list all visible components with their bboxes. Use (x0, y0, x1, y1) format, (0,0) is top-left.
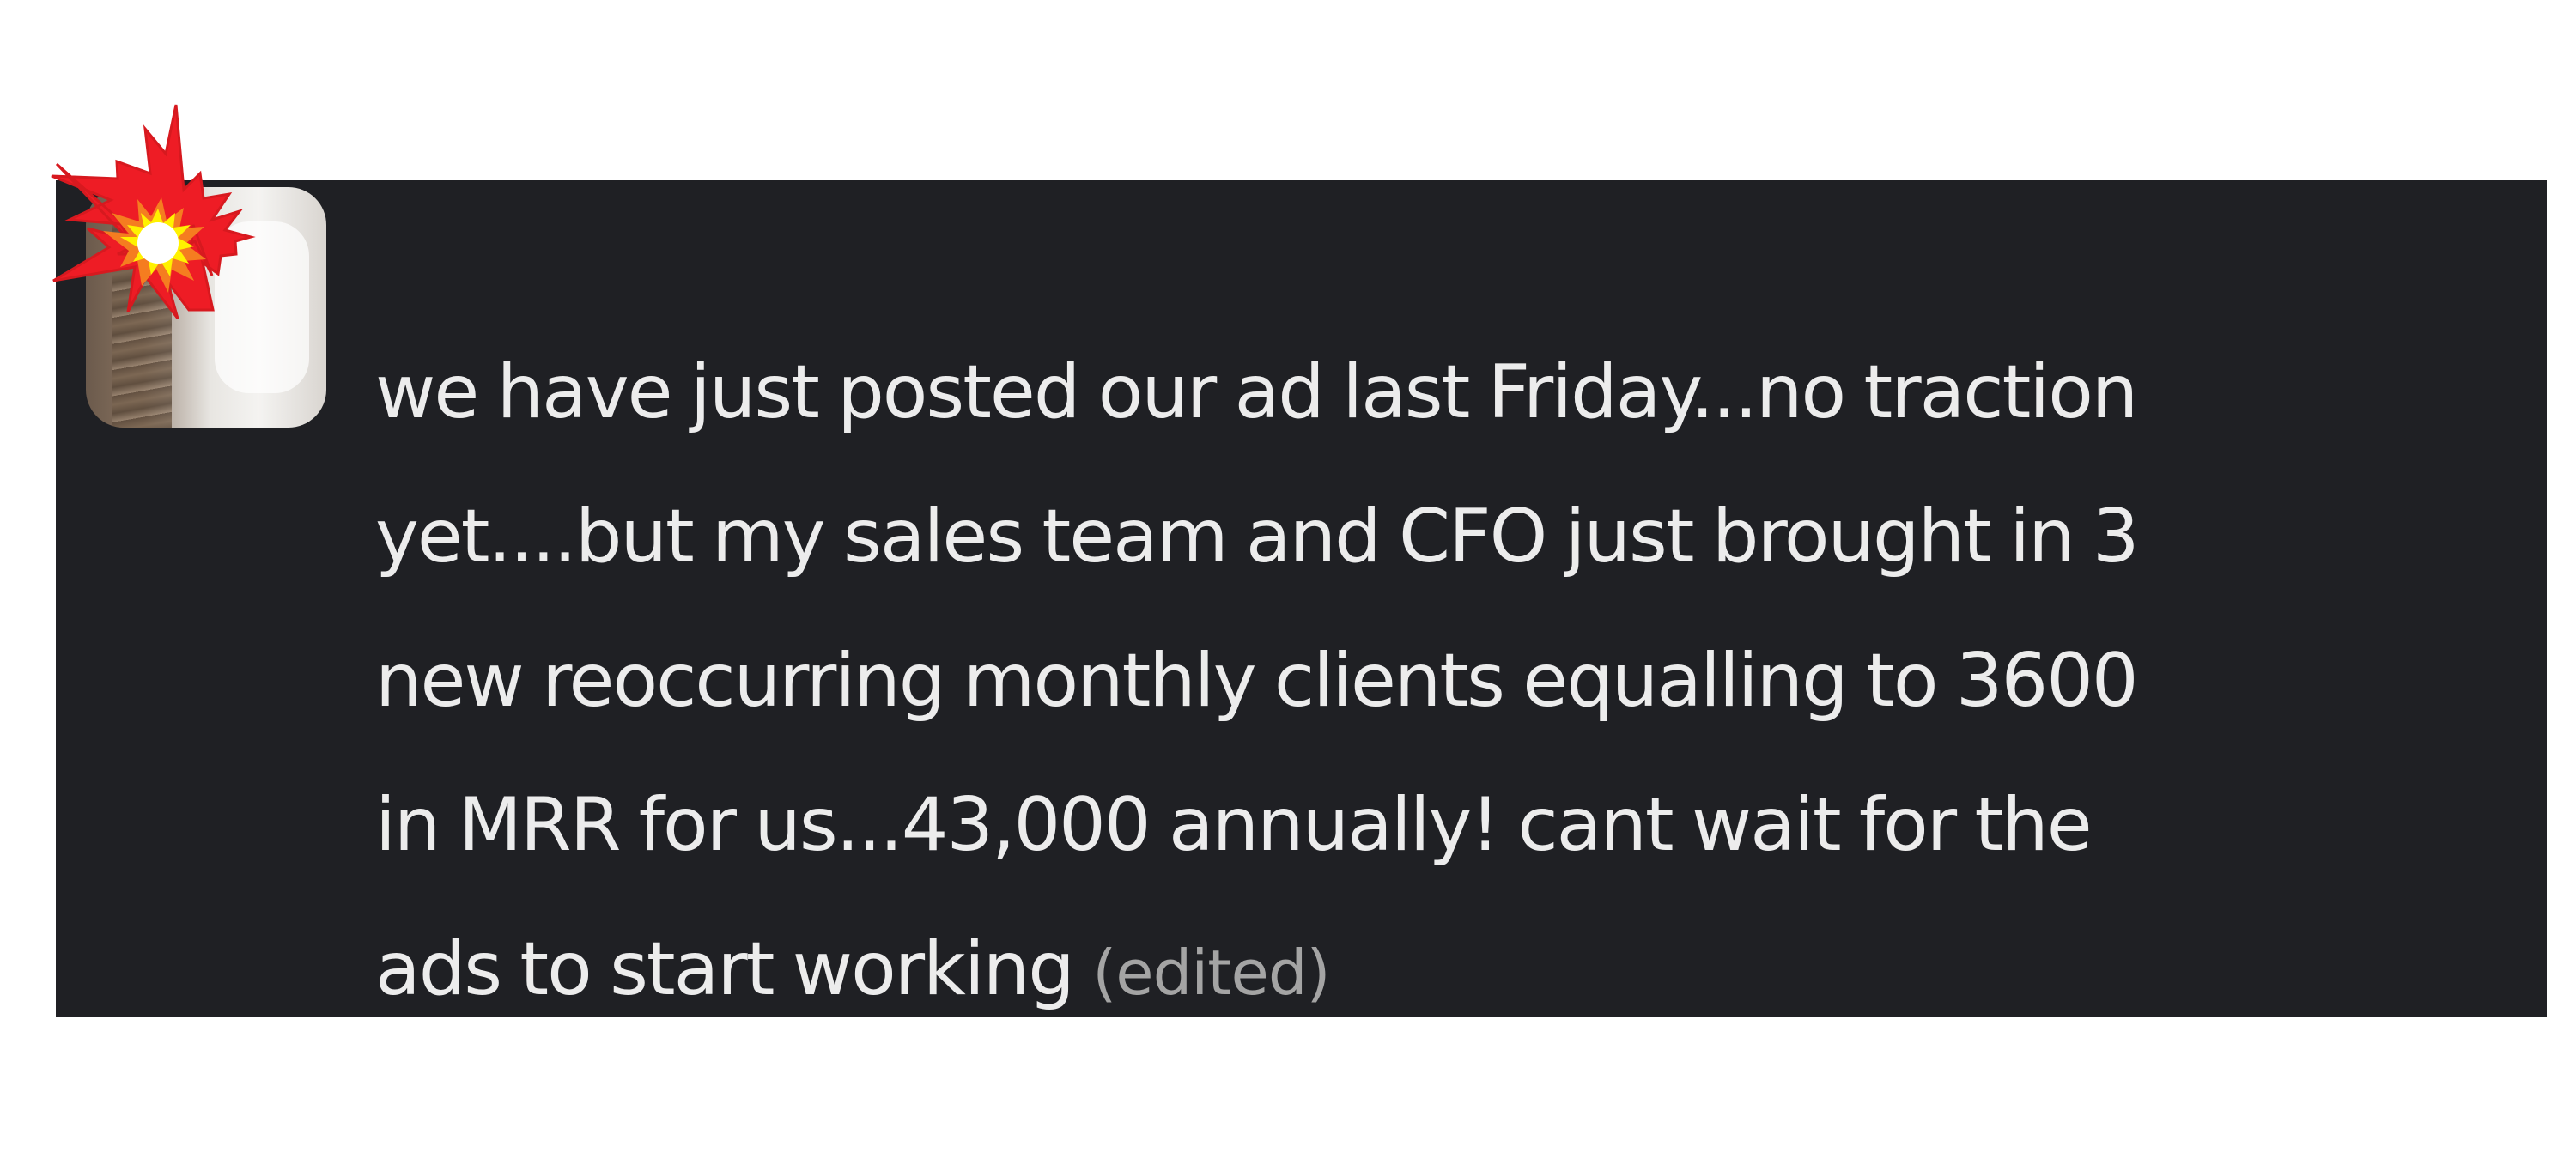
message-line-5-text: ads to start working (375, 926, 1075, 1012)
message-line-2: yet....but my sales team and CFO just br… (375, 494, 2140, 579)
edited-label: (edited) (1092, 937, 1330, 1009)
message-text: we have just posted our ad last Friday..… (375, 320, 2539, 1045)
user-avatar[interactable] (86, 187, 326, 428)
message-line-4: in MRR for us...43,000 annually! cant wa… (375, 782, 2093, 868)
message-line-1: we have just posted our ad last Friday..… (375, 349, 2138, 435)
page: we have just posted our ad last Friday..… (0, 0, 2576, 1171)
message-line-5: ads to start working (edited) (375, 897, 2539, 1045)
message-line-3: new reoccurring monthly clients equallin… (375, 638, 2139, 724)
message-panel: we have just posted our ad last Friday..… (56, 180, 2547, 1017)
